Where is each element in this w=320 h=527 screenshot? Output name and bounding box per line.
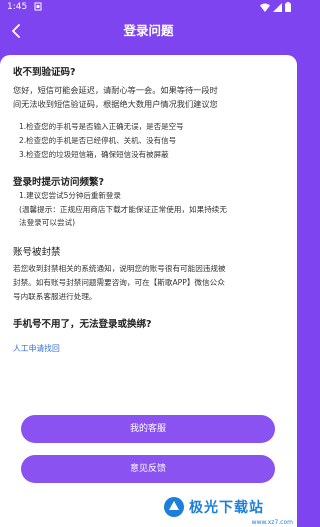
page-title: 登录问题 [123,23,174,38]
status-icons [260,2,291,12]
wifi-icon [260,3,270,12]
section-text: 间无法收到短信验证码，根据绝大数用户情况我们建议您 [13,99,218,109]
section-title: 账号被封禁 [13,247,61,258]
list-item: 2.检查您的手机是否已经停机、关机、没有信号 [19,136,177,145]
section-title: 登录时提示访问频繁? [13,177,105,188]
section-phone-unused: 手机号不用了，无法登录或换绑? 人工申请找回 [13,318,284,355]
signal-icon [273,2,282,12]
watermark-text: 极光下载站 [189,500,264,516]
note-text: 法登录可以尝试) [19,218,76,227]
status-bar: 1:45 [0,0,297,15]
back-button[interactable] [6,21,26,41]
list-item: 1.建议您尝试5分钟后重新登录 [19,191,121,200]
section-title: 收不到验证码? [13,67,76,78]
note-text: (温馨提示：正规应用商店下载才能保证正常使用，如果持续无 [19,205,227,214]
section-text: 封禁。如有账号封禁问题需要咨询，可在【斯歌APP】微信公众 [13,278,225,287]
section-verification-code: 收不到验证码? 您好，短信可能会延迟，请耐心等一会。如果等待一段时 间无法收到短… [13,66,284,162]
nav-bar: 登录问题 [0,15,297,47]
customer-service-button[interactable]: 我的客服 [21,415,275,443]
section-text: 号内联系客服进行处理。 [13,292,97,301]
status-time: 1:45 [7,2,28,12]
section-account-banned: 账号被封禁 若您收到封禁相关的系统通知，说明您的账号很有可能因违规被 封禁。如有… [13,246,284,304]
manual-recovery-link[interactable]: 人工申请找回 [13,342,60,355]
battery-icon [285,2,291,12]
watermark-logo-icon [164,497,184,517]
section-text: 若您收到封禁相关的系统通知，说明您的账号很有可能因违规被 [13,264,226,273]
feedback-button[interactable]: 意见反馈 [21,455,275,483]
section-title: 手机号不用了，无法登录或换绑? [13,319,152,330]
section-text: 您好，短信可能会延迟，请耐心等一会。如果等待一段时 [13,85,218,95]
list-item: 3.检查您的垃圾短信箱，确保短信没有被屏蔽 [19,150,169,159]
notification-icon [34,2,42,11]
chevron-left-icon [12,24,20,38]
section-frequent-access: 登录时提示访问频繁? 1.建议您尝试5分钟后重新登录 (温馨提示：正规应用商店下… [13,176,284,229]
watermark-url: www.xz7.com [251,519,293,526]
list-item: 1.检查您的手机号是否输入正确无误，是否是空号 [19,122,184,131]
watermark: 极光下载站 [163,495,293,519]
